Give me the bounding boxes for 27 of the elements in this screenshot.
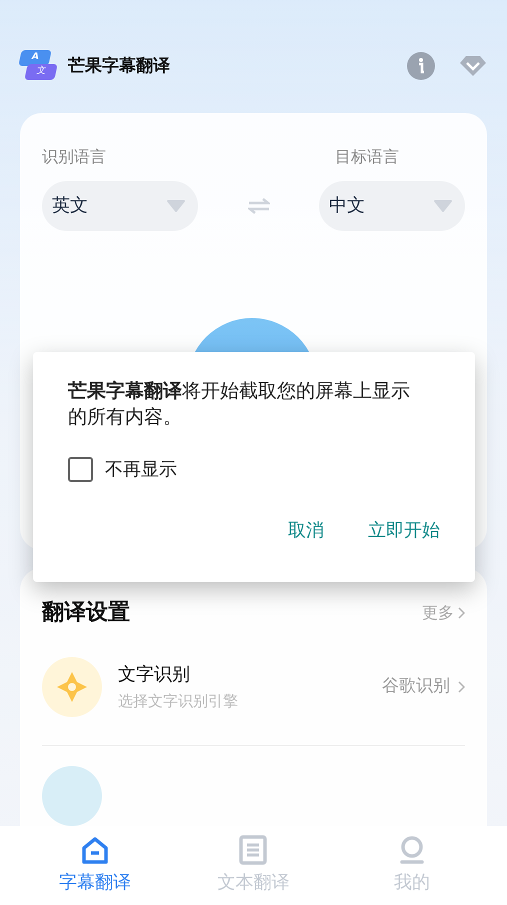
settings-title: 翻译设置	[42, 599, 130, 627]
settings-row[interactable]: 文字识别 选择文字识别引擎 谷歌识别	[42, 657, 465, 746]
setting-subtitle: 选择文字识别引擎	[118, 691, 238, 712]
app-logo: A 文	[20, 50, 56, 82]
target-language-label: 目标语言	[335, 146, 400, 168]
more-link[interactable]: 更多	[422, 600, 465, 624]
app-title: 芒果字幕翻译	[68, 54, 170, 78]
chevron-icon	[458, 681, 465, 693]
dialog-button[interactable]: 立即开始	[368, 517, 440, 544]
setting-title: 文字识别	[118, 663, 191, 688]
info-icon[interactable]	[407, 52, 435, 80]
source-language-dropdown[interactable]: 英文	[42, 180, 198, 231]
setting-value: 谷歌识别	[382, 675, 450, 698]
document-icon	[239, 835, 268, 865]
chevron-icon	[458, 606, 465, 618]
dialog-button[interactable]: 取消	[288, 517, 324, 544]
target-language-dropdown[interactable]: 中文	[319, 180, 465, 231]
dialog-message: 芒果字幕翻译将开始截取您的屏幕上显示的所有内容。	[68, 379, 411, 430]
source-language-label: 识别语言	[42, 146, 107, 168]
dropdown-caret-icon	[166, 198, 186, 213]
user-icon	[398, 835, 425, 865]
dropdown-caret-icon	[433, 198, 453, 213]
diamond-icon[interactable]	[459, 54, 487, 78]
home-icon	[80, 835, 110, 865]
dont-show-checkbox[interactable]: 不再显示	[68, 456, 440, 483]
swap-icon[interactable]	[248, 198, 270, 214]
nav-tab[interactable]: 字幕翻译	[30, 835, 160, 896]
